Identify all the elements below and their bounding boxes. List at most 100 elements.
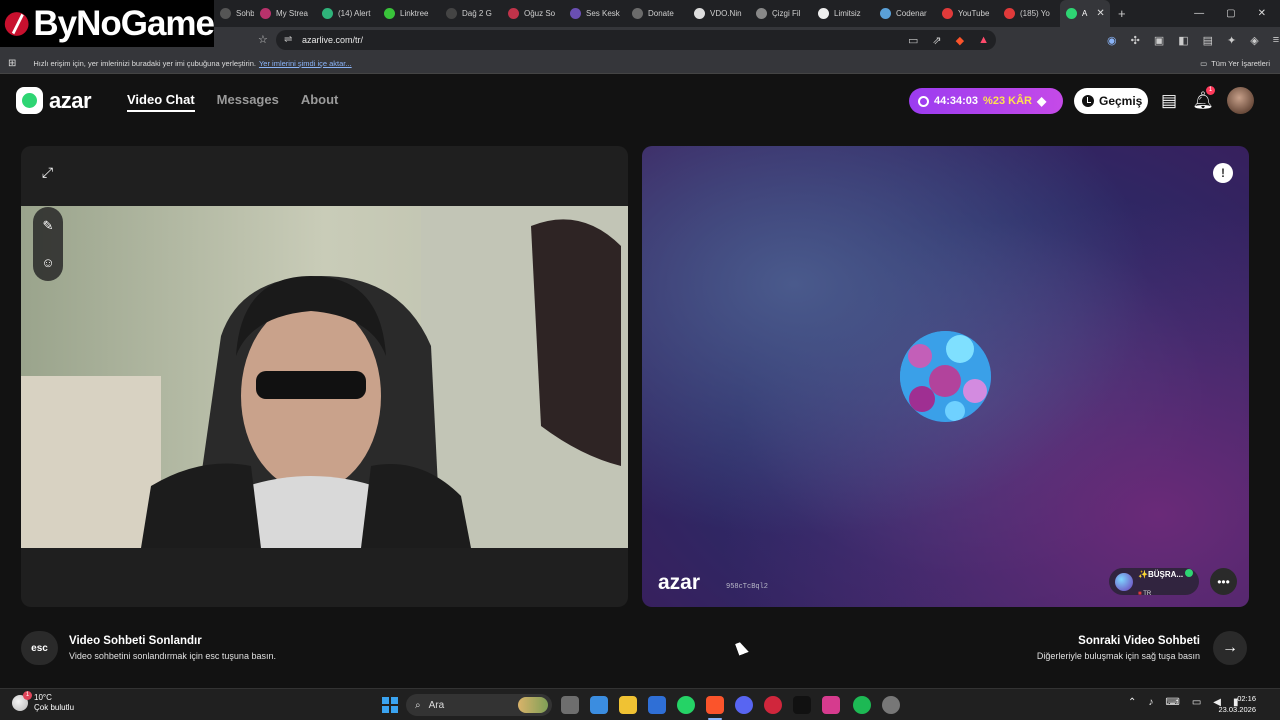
share-icon[interactable]: ⇗ [932,34,941,47]
peer-profile-chip[interactable]: ✨BÜŞRA... ■ TR [1109,568,1199,597]
vpn-icon[interactable]: ◈ [1250,34,1258,47]
history-icon [1082,95,1094,107]
face-filter-icon[interactable]: ☺ [41,255,54,270]
url-field[interactable]: ⇌ azarlive.com/tr/ [276,30,996,50]
apps-grid-icon[interactable]: ⊞ [8,58,16,69]
arrow-right-icon: → [1222,639,1238,656]
microphone-icon[interactable]: ♪ [1148,697,1153,708]
tab-label: VDO.Nin [710,9,742,18]
tab-strip: Sohbet My Strea (14) Alert Linktree Dağ 2 G O… [214,0,1110,27]
weather-temp: 10°C [34,693,52,702]
tab-favicon-icon [322,8,333,19]
windows-start-icon[interactable] [382,697,398,713]
browser-tab[interactable]: Limitsiz [812,0,874,27]
browser-tab[interactable]: Ses Kesk [564,0,626,27]
promo-timer-badge[interactable]: 44:34:03 %23 KÂR ◆ [909,88,1063,114]
site-info-icon[interactable]: ⇌ [284,34,292,45]
store-icon[interactable] [590,696,608,714]
mail-icon[interactable] [648,696,666,714]
extensions-icon[interactable]: ✣ [1131,34,1140,47]
nav-video-chat[interactable]: Video Chat [127,92,195,112]
maximize-icon[interactable]: ▢ [1226,8,1235,19]
browser-tab[interactable]: Çizgi Fil [750,0,812,27]
close-window-icon[interactable]: ✕ [1258,8,1266,19]
leo-icon[interactable]: ✦ [1227,34,1236,47]
tab-favicon-icon [756,8,767,19]
history-label: Geçmiş [1099,94,1143,108]
taskbar-clock[interactable]: 02:16 23.03.2026 [1218,693,1256,715]
webcam-image [21,206,628,548]
taskbar: 10°C Çok bulutlu ⌕ Ara ⌃ ♪ ⌨ ▭ ◀︎ ▮ 02:1… [0,688,1280,720]
spotify-icon[interactable] [853,696,871,714]
notification-count: 1 [1206,86,1215,95]
azar-logo[interactable]: azar [16,87,92,114]
rewards-icon[interactable]: ▲ [978,34,989,47]
bookmarks-bar: ⊞ Hızlı erişim için, yer imlerinizi bura… [0,53,1280,74]
profile-avatar[interactable] [1227,87,1254,114]
menu-icon[interactable]: ≡ [1273,34,1279,47]
all-bookmarks[interactable]: ▭ Tüm Yer İşaretleri [1200,59,1270,68]
nav-about[interactable]: About [301,92,339,112]
end-chat-button[interactable]: esc [21,631,58,665]
tab-favicon-icon [818,8,829,19]
cast-icon[interactable]: ▭ [908,34,918,47]
browser-tab[interactable]: A ✕ [1060,0,1110,27]
search-highlight-icon [518,697,548,713]
tab-close-icon[interactable]: ✕ [1096,8,1104,19]
browser-tab[interactable]: Codenar [874,0,936,27]
minimize-icon[interactable]: — [1194,8,1204,19]
chevron-up-icon[interactable]: ⌃ [1128,697,1136,708]
weather-widget[interactable]: 10°C Çok bulutlu [12,691,74,713]
browser-tab[interactable]: VDO.Nin [688,0,750,27]
browser-tab[interactable]: Sohbet [214,0,254,27]
report-icon[interactable]: ! [1213,163,1233,183]
browser-tab[interactable]: Dağ 2 G [440,0,502,27]
taskbar-search[interactable]: ⌕ Ara [406,694,552,716]
instagram-icon[interactable] [822,696,840,714]
file-explorer-icon[interactable] [619,696,637,714]
browser-tab[interactable]: Oğuz So [502,0,564,27]
browser-tab[interactable]: (185) Yo [998,0,1060,27]
wallet-icon[interactable]: ▤ [1203,34,1213,47]
obs-icon[interactable] [882,696,900,714]
tab-favicon-icon [1004,8,1015,19]
browser-tab[interactable]: YouTube [936,0,998,27]
network-icon[interactable]: ▭ [1192,697,1201,708]
bookmark-star-icon[interactable]: ☆ [258,33,268,46]
task-view-icon[interactable] [561,696,579,714]
browser-tab[interactable]: Linktree [378,0,440,27]
opera-icon[interactable] [764,696,782,714]
promo-discount: %23 KÂR [983,95,1032,107]
bynogame-mark-icon [4,11,29,36]
brave-shield-icon[interactable]: ◆ [956,34,964,47]
expand-icon[interactable]: ⤢ [35,160,60,185]
import-bookmarks-link[interactable]: Yer imlerini şimdi içe aktar... [259,59,352,68]
tab-label: Oğuz So [524,9,556,18]
browser-tab[interactable]: My Strea [254,0,316,27]
peer-chip-avatar [1115,572,1133,591]
whatsapp-icon[interactable] [677,696,695,714]
tab-label: My Strea [276,9,309,18]
tiktok-icon[interactable] [793,696,811,714]
history-button[interactable]: Geçmiş [1074,88,1148,114]
browser-tab[interactable]: Donate [626,0,688,27]
sidebar-icon[interactable]: ◧ [1178,34,1188,47]
speech-icon[interactable]: ◉ [1107,34,1117,47]
self-camera-feed [21,206,628,548]
keyboard-icon[interactable]: ⌨ [1165,697,1179,708]
media-icon[interactable]: ▣ [1154,34,1164,47]
bynogame-wordmark: ByNoGame [33,3,215,43]
discord-icon[interactable] [735,696,753,714]
browser-tab[interactable]: (14) Alert [316,0,378,27]
magic-wand-icon[interactable]: ✎ [43,218,54,234]
tab-label: A [1082,9,1088,18]
gems-icon: ◆ [1036,94,1047,108]
shop-icon[interactable]: ▤ [1157,88,1181,114]
chat-bubble-icon[interactable]: ••• [1210,568,1237,595]
azar-logo-icon [16,87,43,114]
nav-messages[interactable]: Messages [217,92,279,112]
brave-icon[interactable] [706,696,724,714]
next-chat-button[interactable]: → [1213,631,1247,665]
end-chat-title: Video Sohbeti Sonlandır [69,635,202,647]
new-tab-icon[interactable]: + [1118,6,1126,21]
